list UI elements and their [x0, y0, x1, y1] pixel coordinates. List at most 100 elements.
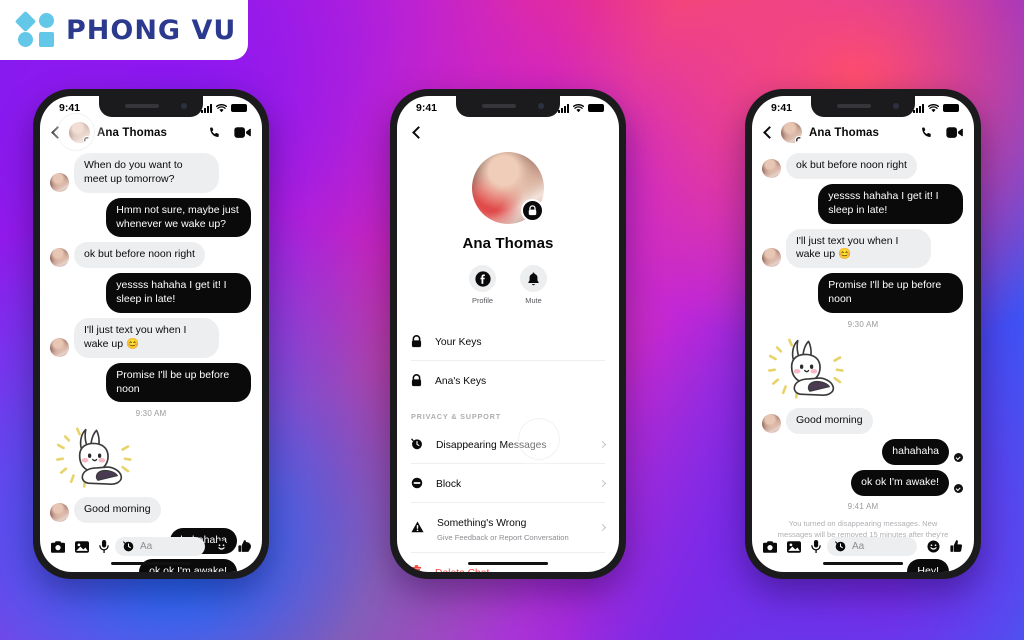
- message-bubble[interactable]: Good morning: [786, 408, 873, 434]
- thread-timestamp-2: 9:41 AM: [847, 501, 879, 511]
- disappearing-timer-icon: [411, 438, 422, 450]
- avatar: [50, 337, 69, 357]
- back-chevron-icon[interactable]: [762, 126, 776, 139]
- message-input[interactable]: Aa: [827, 537, 917, 556]
- video-call-icon[interactable]: [946, 126, 963, 139]
- gallery-icon[interactable]: [75, 540, 89, 553]
- battery-icon: [588, 104, 604, 112]
- rabbit-sticker-icon[interactable]: [768, 336, 846, 402]
- emoji-icon[interactable]: [215, 540, 228, 553]
- home-indicator: [468, 561, 548, 565]
- phone-2-profile: 9:41 Ana Thomas Profile Mute Your Keys A…: [390, 89, 626, 579]
- wifi-icon: [573, 103, 584, 112]
- message-input[interactable]: Aa: [115, 537, 205, 556]
- camera-icon[interactable]: [51, 540, 65, 553]
- message-row: hahahaha: [762, 438, 963, 465]
- phone-call-icon[interactable]: [920, 126, 934, 140]
- message-bubble[interactable]: Promise I'll be up before noon: [106, 362, 251, 403]
- avatar[interactable]: [781, 122, 802, 143]
- chat-header: Ana Thomas: [752, 118, 974, 150]
- rabbit-sticker-icon[interactable]: [56, 425, 134, 491]
- message-bubble[interactable]: Hey!: [907, 558, 949, 572]
- phone-call-icon[interactable]: [208, 126, 222, 140]
- lock-icon: [411, 334, 422, 347]
- profile-header: [397, 118, 619, 142]
- avatar: [50, 503, 69, 523]
- settings-row-disappearing-messages[interactable]: Disappearing Messages: [411, 419, 607, 464]
- message-row: When do you want to meet up tomorrow?: [50, 153, 251, 193]
- message-thread-after: Good morning hahahaha ok ok I'm awake!: [752, 405, 974, 496]
- message-row: yessss hahaha I get it! I sleep in late!: [50, 273, 251, 314]
- camera-icon[interactable]: [763, 540, 777, 553]
- block-icon: [411, 477, 423, 489]
- message-bubble[interactable]: yessss hahaha I get it! I sleep in late!: [818, 183, 963, 224]
- settings-row-somethings-wrong[interactable]: Something's Wrong Give Feedback or Repor…: [411, 503, 607, 553]
- video-call-icon[interactable]: [234, 126, 251, 139]
- delivered-check-icon: [954, 452, 963, 462]
- message-bubble[interactable]: ok ok I'm awake!: [851, 469, 949, 496]
- message-bubble[interactable]: yessss hahaha I get it! I sleep in late!: [106, 273, 251, 314]
- message-row: Hmm not sure, maybe just whenever we wak…: [50, 197, 251, 238]
- home-indicator: [823, 561, 903, 565]
- avatar[interactable]: [69, 122, 90, 143]
- status-time: 9:41: [59, 102, 81, 114]
- thumbs-up-icon[interactable]: [950, 540, 963, 553]
- lock-icon: [411, 373, 422, 386]
- status-time: 9:41: [416, 102, 438, 114]
- message-input-placeholder: Aa: [852, 541, 865, 552]
- message-thread: ok but before noon right yessss hahaha I…: [752, 150, 974, 314]
- chevron-right-icon: [598, 523, 607, 531]
- wifi-icon: [216, 103, 227, 112]
- message-row: I'll just text you when I wake up 😊: [50, 318, 251, 358]
- profile-action-profile[interactable]: Profile: [469, 265, 496, 305]
- notch: [99, 96, 203, 117]
- message-bubble[interactable]: Good morning: [74, 497, 161, 524]
- disappearing-timer-icon[interactable]: [835, 541, 846, 552]
- profile-action-mute[interactable]: Mute: [520, 265, 547, 305]
- settings-row-your-keys[interactable]: Your Keys: [411, 322, 605, 361]
- gallery-icon[interactable]: [787, 540, 801, 553]
- profile-actions: Profile Mute: [397, 265, 619, 305]
- message-row: ok but before noon right: [762, 153, 963, 179]
- message-row: Good morning: [762, 408, 963, 434]
- emoji-icon[interactable]: [927, 540, 940, 553]
- chevron-right-icon: [598, 479, 607, 487]
- message-bubble[interactable]: ok but before noon right: [786, 153, 917, 179]
- profile-settings-list: Your Keys Ana's Keys PRIVACY & SUPPORT D…: [397, 322, 619, 572]
- settings-row-ana-keys[interactable]: Ana's Keys: [411, 361, 605, 399]
- delivered-check-icon: [954, 483, 963, 493]
- home-indicator: [111, 561, 191, 565]
- message-bubble[interactable]: hahahaha: [882, 438, 949, 465]
- notch: [811, 96, 915, 117]
- message-bubble[interactable]: Promise I'll be up before noon: [818, 273, 963, 314]
- settings-row-label: Disappearing Messages: [436, 440, 547, 451]
- profile-action-label: Mute: [525, 296, 542, 305]
- page-title: Ana Thomas: [809, 126, 880, 139]
- composer-bar: Aa: [40, 537, 262, 556]
- phone-3-screen: 9:41 Ana Thomas ok but before noon right: [752, 96, 974, 572]
- message-bubble[interactable]: When do you want to meet up tomorrow?: [74, 153, 219, 193]
- message-bubble[interactable]: I'll just text you when I wake up 😊: [786, 228, 931, 269]
- settings-row-block[interactable]: Block: [411, 464, 607, 503]
- message-row: Promise I'll be up before noon: [50, 362, 251, 403]
- profile-avatar[interactable]: [472, 152, 544, 224]
- thumbs-up-icon[interactable]: [238, 540, 251, 553]
- settings-row-label: Ana's Keys: [435, 376, 487, 387]
- message-bubble[interactable]: ok but before noon right: [74, 242, 205, 269]
- microphone-icon[interactable]: [99, 540, 109, 553]
- back-chevron-icon[interactable]: [411, 126, 425, 139]
- disappearing-timer-icon[interactable]: [123, 541, 134, 552]
- avatar: [762, 248, 781, 268]
- message-row: Promise I'll be up before noon: [762, 273, 963, 314]
- message-row: ok but before noon right: [50, 242, 251, 269]
- message-expiry-label: 15m: [887, 571, 903, 572]
- back-chevron-icon[interactable]: [50, 126, 64, 139]
- microphone-icon[interactable]: [811, 540, 821, 553]
- message-bubble[interactable]: I'll just text you when I wake up 😊: [74, 318, 219, 358]
- message-bubble[interactable]: Hmm not sure, maybe just whenever we wak…: [106, 197, 251, 238]
- message-thread: When do you want to meet up tomorrow? Hm…: [40, 150, 262, 403]
- avatar: [50, 248, 69, 268]
- status-time: 9:41: [771, 102, 793, 114]
- brand-name: PHONG VU: [66, 14, 237, 46]
- message-thread-after: Good morning hahahaha ok ok I'm awake!: [40, 494, 262, 572]
